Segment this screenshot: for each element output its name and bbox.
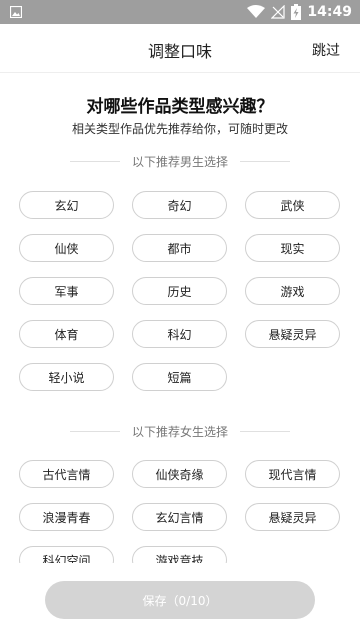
divider-line [70,160,120,162]
genre-tag[interactable]: 体育 [19,320,114,348]
divider-line [70,430,120,432]
divider-line [240,430,291,432]
battery-charging-icon [291,4,302,20]
genre-tag[interactable]: 科幻 [132,320,227,348]
genre-tag[interactable]: 现实 [245,234,340,262]
genre-tag[interactable]: 仙侠 [19,234,114,262]
genre-tag[interactable]: 短篇 [132,363,227,391]
male-section-heading: 以下推荐男生选择 [70,151,291,171]
genre-tag[interactable]: 科幻空间 [19,546,114,563]
genre-tag[interactable]: 历史 [132,277,227,305]
genre-tag[interactable]: 悬疑灵异 [245,320,340,348]
signal-off-icon [271,5,286,19]
genre-tag[interactable]: 浪漫青春 [19,503,114,531]
genre-tag[interactable]: 现代言情 [245,460,340,488]
page-title: 调整口味 [147,42,212,61]
genre-tag[interactable]: 古代言情 [19,460,114,488]
app-bar: 调整口味 跳过 [0,24,360,73]
save-button[interactable]: 保存（0/10） [45,581,315,619]
female-tag-grid: 古代言情 仙侠奇缘 现代言情 浪漫青春 玄幻言情 悬疑灵异 科幻空间 游戏竞技 [19,460,341,563]
genre-tag[interactable]: 玄幻言情 [132,503,227,531]
interest-subtitle: 相关类型作品优先推荐给你，可随时更改 [71,122,288,136]
genre-tag[interactable]: 仙侠奇缘 [132,460,227,488]
genre-tag[interactable]: 玄幻 [19,191,114,219]
male-section-label: 以下推荐男生选择 [132,154,229,169]
female-section-label: 以下推荐女生选择 [132,424,229,439]
interest-question: 对哪些作品类型感兴趣？ [86,97,274,117]
genre-tag[interactable]: 都市 [132,234,227,262]
image-icon [10,6,22,18]
genre-tag[interactable]: 奇幻 [132,191,227,219]
genre-tag[interactable]: 军事 [19,277,114,305]
genre-scroll-area[interactable]: 玄幻 奇幻 武侠 仙侠 都市 现实 军事 历史 游戏 体育 科幻 悬疑灵异 轻小… [0,176,360,563]
wifi-icon [247,5,266,18]
genre-tag[interactable]: 轻小说 [19,363,114,391]
genre-tag[interactable]: 游戏竞技 [132,546,227,563]
male-tag-grid: 玄幻 奇幻 武侠 仙侠 都市 现实 军事 历史 游戏 体育 科幻 悬疑灵异 轻小… [19,191,341,391]
status-bar: 14:49 [0,0,360,24]
genre-tag[interactable]: 悬疑灵异 [245,503,340,531]
genre-tag[interactable]: 武侠 [245,191,340,219]
female-section-heading: 以下推荐女生选择 [70,421,291,441]
status-time: 14:49 [307,4,352,20]
genre-tag[interactable]: 游戏 [245,277,340,305]
skip-button[interactable]: 跳过 [312,40,340,60]
divider-line [240,160,291,162]
